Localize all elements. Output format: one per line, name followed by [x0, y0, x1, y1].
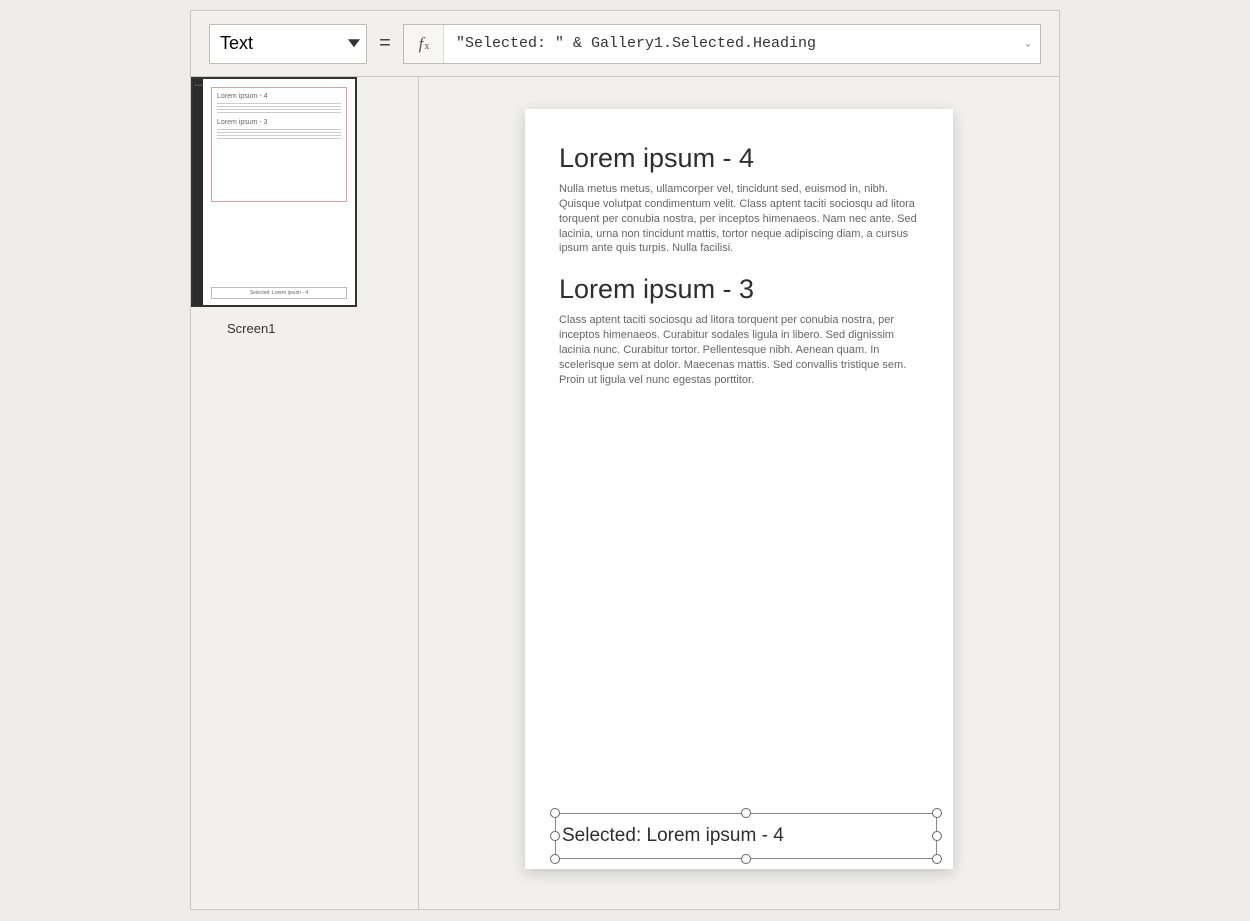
workspace: ••• Lorem ipsum - 4 Lorem ipsum - 3 Sele…: [191, 77, 1059, 909]
selected-label-control[interactable]: Selected: Lorem ipsum - 4: [555, 813, 937, 859]
screen-thumbnail[interactable]: ••• Lorem ipsum - 4 Lorem ipsum - 3 Sele…: [191, 77, 357, 307]
resize-handle-br[interactable]: [932, 854, 942, 864]
device-frame: Lorem ipsum - 4 Nulla metus metus, ullam…: [525, 109, 953, 869]
resize-handle-tc[interactable]: [741, 808, 751, 818]
resize-handle-tr[interactable]: [932, 808, 942, 818]
canvas-area[interactable]: Lorem ipsum - 4 Nulla metus metus, ullam…: [419, 77, 1059, 909]
resize-handle-mr[interactable]: [932, 831, 942, 841]
chevron-down-icon: [348, 39, 360, 47]
formula-input-wrap: fx ⌄: [403, 24, 1041, 64]
selected-label-text: Selected: Lorem ipsum - 4: [555, 813, 937, 859]
thumbnail-body-lines-2: [217, 129, 341, 139]
gallery-body: Nulla metus metus, ullamcorper vel, tinc…: [559, 182, 919, 256]
resize-handle-bl[interactable]: [550, 854, 560, 864]
thumbnail-selected-label: Selected: Lorem ipsum - 4: [211, 287, 347, 299]
property-dropdown-value: Text: [220, 33, 253, 54]
app-frame: Text = fx ⌄ ••• Lorem ipsum - 4 Lorem ip…: [190, 10, 1060, 910]
equals-label: =: [377, 32, 393, 55]
thumbnail-gallery-outline: Lorem ipsum - 4 Lorem ipsum - 3: [211, 87, 347, 202]
gallery-item[interactable]: Lorem ipsum - 4 Nulla metus metus, ullam…: [559, 143, 919, 256]
fx-icon[interactable]: fx: [404, 25, 444, 63]
thumbnail-sidebar-strip: •••: [193, 79, 203, 305]
screens-panel: ••• Lorem ipsum - 4 Lorem ipsum - 3 Sele…: [191, 77, 419, 909]
resize-handle-bc[interactable]: [741, 854, 751, 864]
gallery-item[interactable]: Lorem ipsum - 3 Class aptent taciti soci…: [559, 274, 919, 387]
thumbnail-body: Lorem ipsum - 4 Lorem ipsum - 3 Selected…: [203, 79, 355, 305]
thumbnail-heading-1: Lorem ipsum - 4: [217, 93, 341, 100]
thumbnail-body-lines-1: [217, 103, 341, 113]
thumbnail-heading-2: Lorem ipsum - 3: [217, 119, 341, 126]
resize-handle-ml[interactable]: [550, 831, 560, 841]
property-dropdown[interactable]: Text: [209, 24, 367, 64]
gallery-heading: Lorem ipsum - 3: [559, 274, 919, 305]
resize-handle-tl[interactable]: [550, 808, 560, 818]
screen-name-label[interactable]: Screen1: [227, 321, 418, 336]
formula-bar: Text = fx ⌄: [191, 11, 1059, 77]
formula-input[interactable]: [444, 25, 1040, 63]
expand-formula-icon[interactable]: ⌄: [1024, 38, 1032, 49]
gallery-heading: Lorem ipsum - 4: [559, 143, 919, 174]
gallery-body: Class aptent taciti sociosqu ad litora t…: [559, 313, 919, 387]
